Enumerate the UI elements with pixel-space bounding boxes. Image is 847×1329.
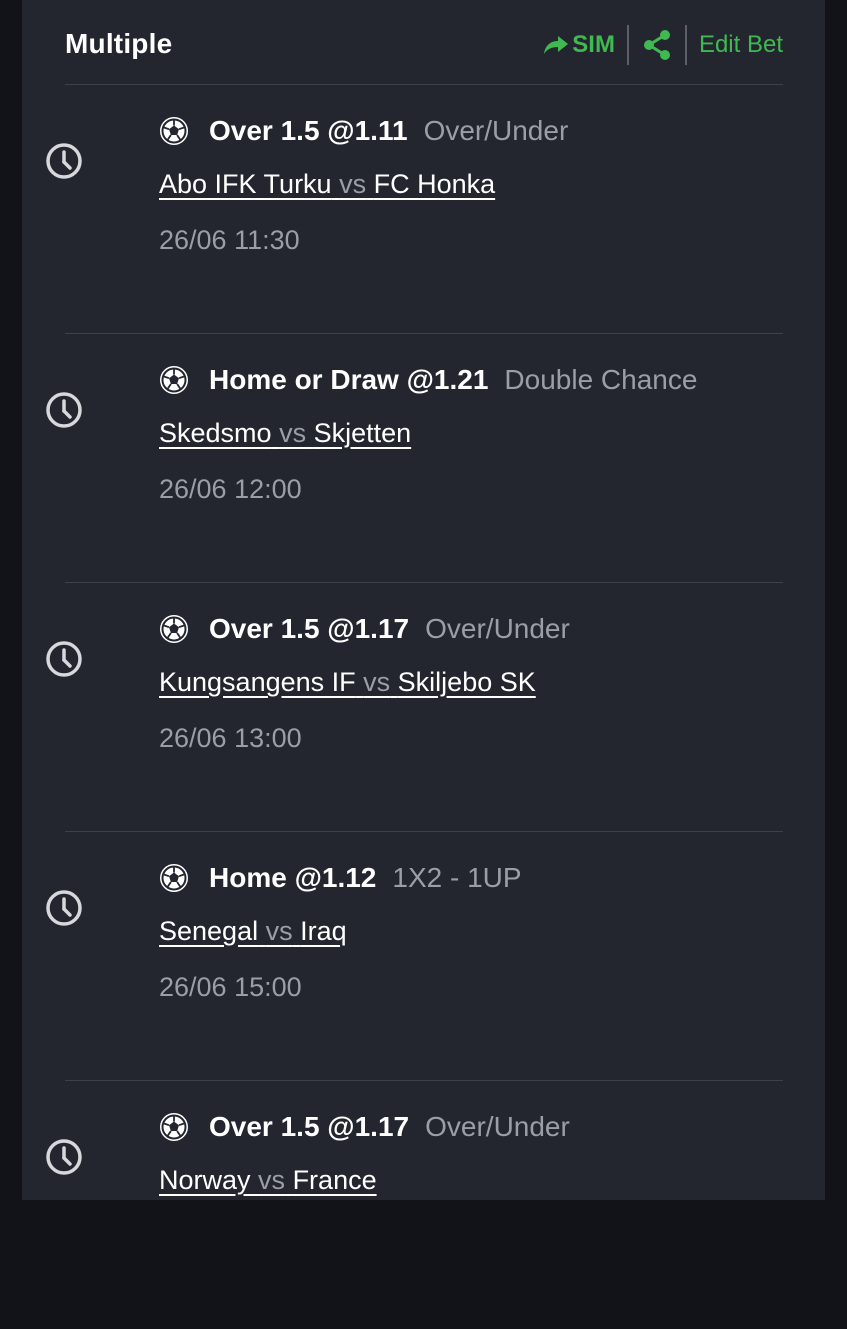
versus-label: vs xyxy=(332,169,374,199)
selection-line: Home @1.12 1X2 - 1UP xyxy=(159,860,522,896)
bet-type-title: Multiple xyxy=(65,28,173,59)
match-line: Abo IFK Turku vs FC Honka xyxy=(159,169,495,200)
selection-line: Home or Draw @1.21 Double Chance xyxy=(159,362,697,398)
away-team-link[interactable]: Iraq xyxy=(300,916,347,946)
match-datetime: 26/06 12:00 xyxy=(159,474,302,504)
bet-selection-row: Home @1.12 1X2 - 1UP Senegal vs Iraq 26/… xyxy=(22,832,825,1080)
clock-icon xyxy=(46,143,82,179)
bet-selection-row: Home or Draw @1.21 Double Chance Skedsmo… xyxy=(22,334,825,582)
selection-line: Over 1.5 @1.17 Over/Under xyxy=(159,1109,570,1145)
edit-bet-button[interactable]: Edit Bet xyxy=(699,31,783,59)
market-name: Over/Under xyxy=(425,613,570,644)
match-datetime: 26/06 15:00 xyxy=(159,972,302,1002)
share-forward-icon xyxy=(544,36,569,54)
versus-label: vs xyxy=(251,1165,293,1195)
match-datetime: 26/06 13:00 xyxy=(159,723,302,753)
market-name: Over/Under xyxy=(425,1111,570,1142)
clock-icon xyxy=(46,392,82,428)
match-line: Norway vs France xyxy=(159,1165,377,1196)
clock-icon xyxy=(46,641,82,677)
share-button[interactable] xyxy=(641,28,673,62)
soccer-ball-icon xyxy=(160,1113,188,1141)
versus-label: vs xyxy=(272,418,314,448)
versus-label: vs xyxy=(258,916,300,946)
market-name: 1X2 - 1UP xyxy=(392,862,522,893)
away-team-link[interactable]: France xyxy=(293,1165,377,1195)
versus-text: vs xyxy=(279,418,307,448)
match-datetime: 26/06 11:30 xyxy=(159,225,300,255)
versus-label: vs xyxy=(356,667,398,697)
home-team-link[interactable]: Kungsangens IF xyxy=(159,667,356,697)
market-name: Over/Under xyxy=(423,115,569,146)
market-name: Double Chance xyxy=(504,364,698,395)
selection-line: Over 1.5 @1.11 Over/Under xyxy=(159,113,568,149)
home-team-link[interactable]: Senegal xyxy=(159,916,258,946)
versus-text: vs xyxy=(339,169,367,199)
match-line: Skedsmo vs Skjetten xyxy=(159,418,411,449)
home-team-link[interactable]: Abo IFK Turku xyxy=(159,169,332,199)
home-team-link[interactable]: Norway xyxy=(159,1165,251,1195)
versus-text: vs xyxy=(265,916,293,946)
selection-odds: Over 1.5 @1.17 xyxy=(209,613,410,644)
match-line: Senegal vs Iraq xyxy=(159,916,347,947)
sim-button[interactable]: SIM xyxy=(543,31,615,59)
bet-panel: Multiple SIM Edit Bet Over 1.5 @1.11 Ove… xyxy=(22,0,825,1200)
header-divider xyxy=(684,25,687,65)
soccer-ball-icon xyxy=(160,864,188,892)
header-actions: SIM Edit Bet xyxy=(543,22,783,68)
soccer-ball-icon xyxy=(160,615,188,643)
bet-selection-row: Over 1.5 @1.17 Over/Under Norway vs Fran… xyxy=(22,1081,825,1329)
away-team-link[interactable]: FC Honka xyxy=(374,169,496,199)
versus-text: vs xyxy=(363,667,391,697)
clock-icon xyxy=(46,890,82,926)
selection-odds: Over 1.5 @1.11 xyxy=(209,115,408,146)
home-team-link[interactable]: Skedsmo xyxy=(159,418,272,448)
away-team-link[interactable]: Skjetten xyxy=(314,418,412,448)
header-divider xyxy=(626,25,629,65)
bet-header: Multiple SIM Edit Bet xyxy=(22,0,825,84)
screen: Multiple SIM Edit Bet Over 1.5 @1.11 Ove… xyxy=(0,0,847,1200)
sim-label: SIM xyxy=(572,31,615,58)
match-line: Kungsangens IF vs Skiljebo SK xyxy=(159,667,536,698)
soccer-ball-icon xyxy=(160,366,188,394)
versus-text: vs xyxy=(258,1165,286,1195)
selection-line: Over 1.5 @1.17 Over/Under xyxy=(159,611,570,647)
share-nodes-icon xyxy=(643,30,670,60)
clock-icon xyxy=(46,1139,82,1175)
soccer-ball-icon xyxy=(160,117,188,145)
selection-odds: Over 1.5 @1.17 xyxy=(209,1111,410,1142)
away-team-link[interactable]: Skiljebo SK xyxy=(398,667,536,697)
selection-odds: Home or Draw @1.21 xyxy=(209,364,489,395)
selection-odds: Home @1.12 xyxy=(209,862,377,893)
bet-selection-row: Over 1.5 @1.17 Over/Under Kungsangens IF… xyxy=(22,583,825,831)
bet-selection-row: Over 1.5 @1.11 Over/Under Abo IFK Turku … xyxy=(22,85,825,333)
